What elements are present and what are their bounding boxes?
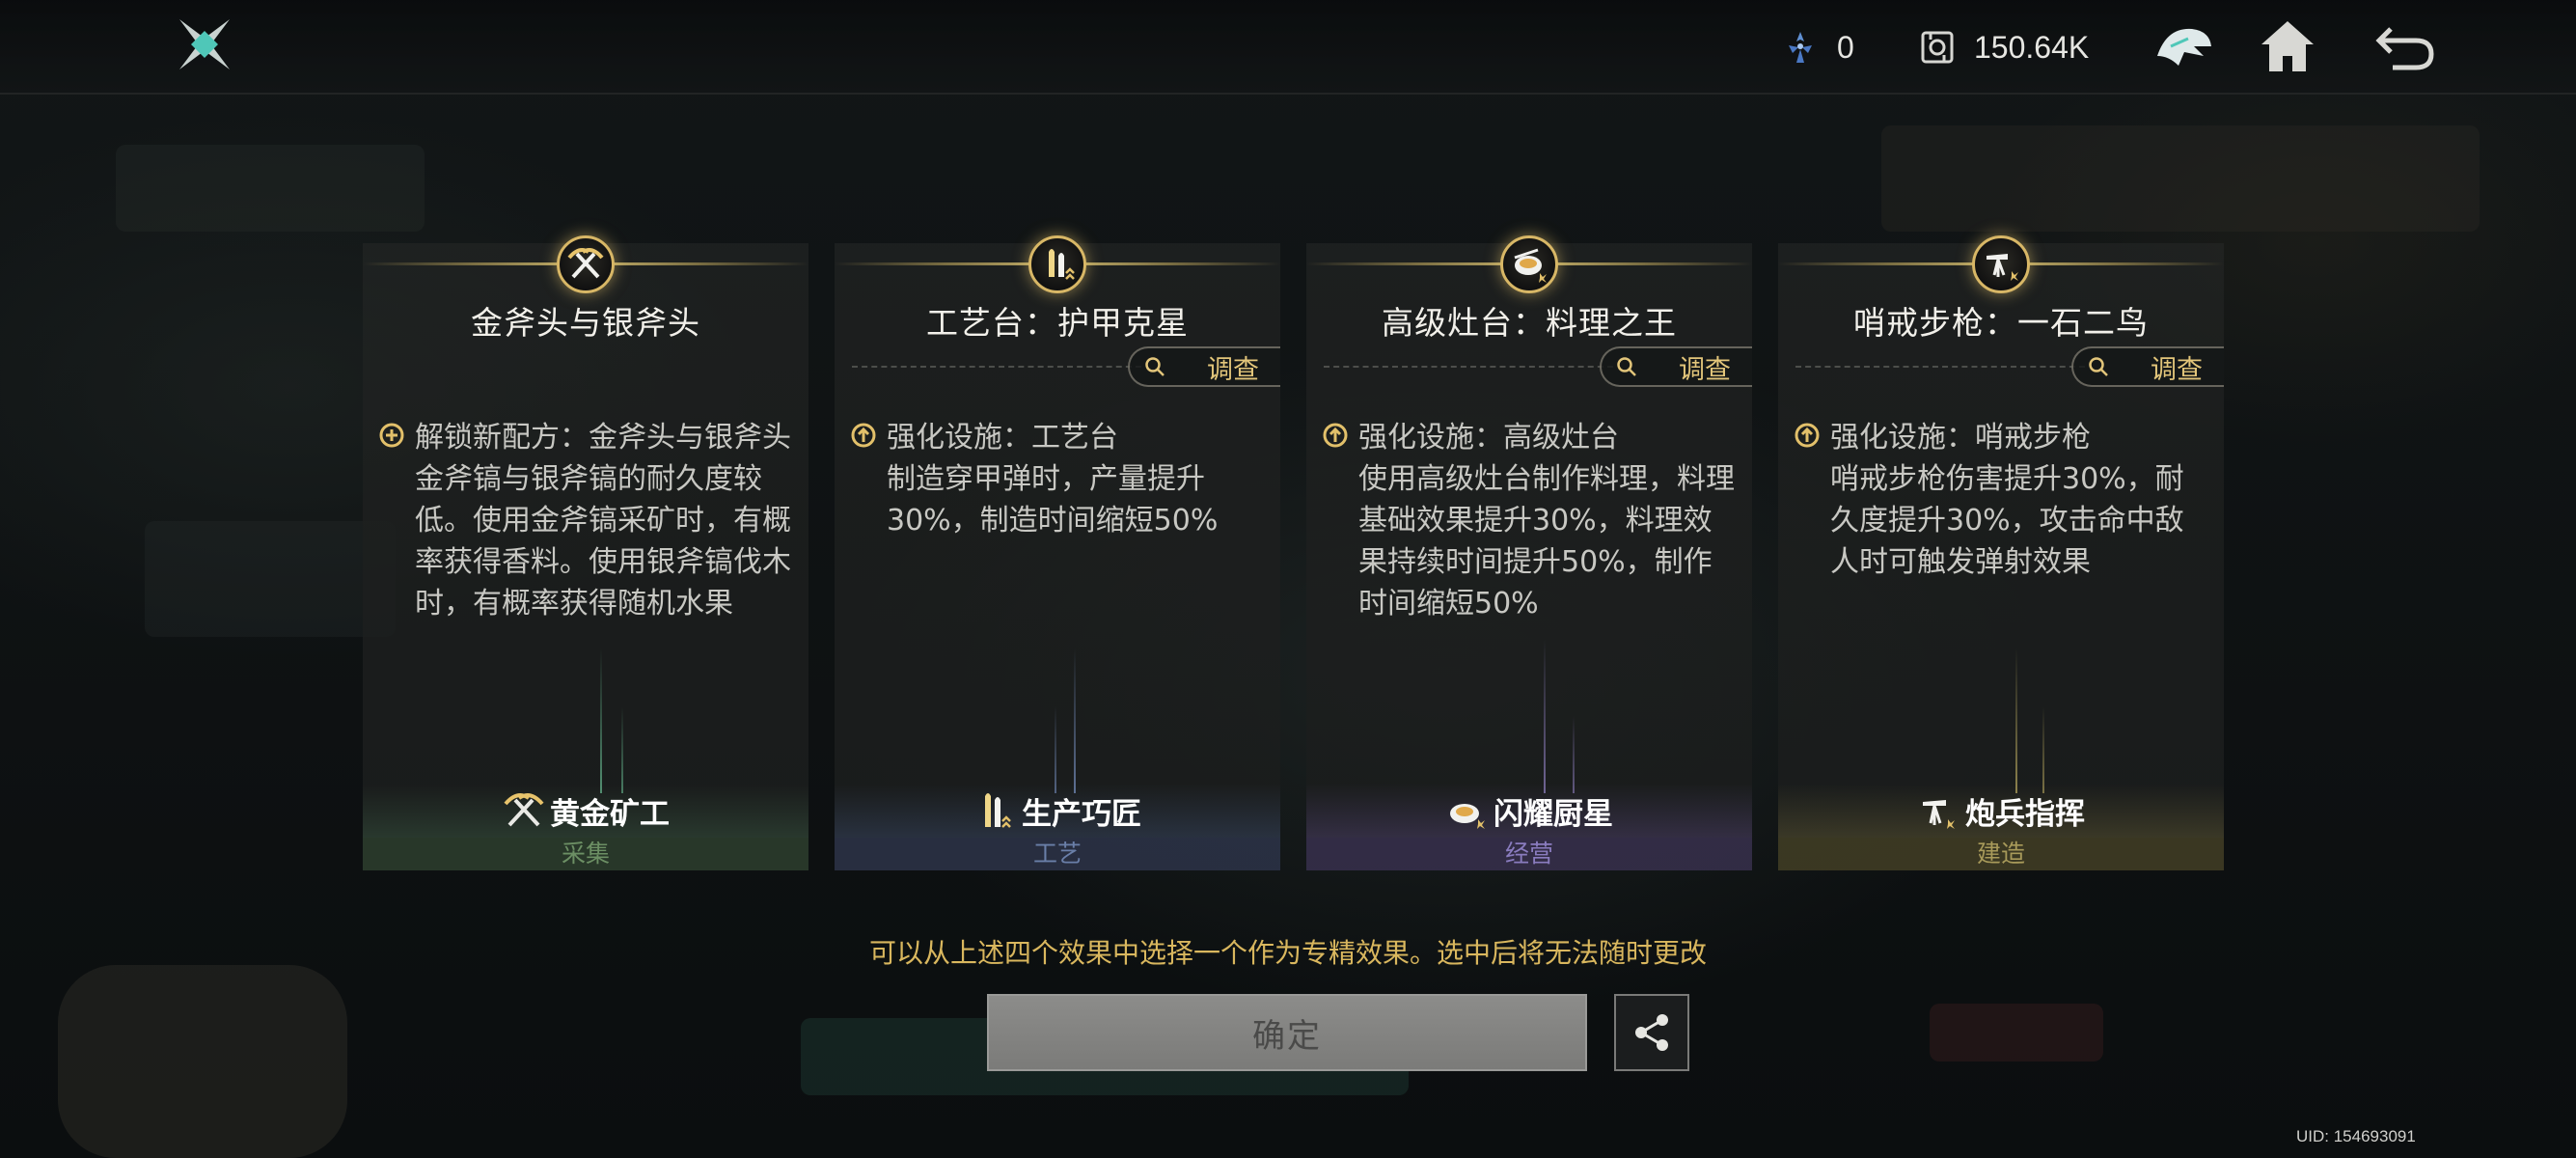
crystal-resource: 0 [1781,21,1854,73]
card-badge [1500,235,1558,293]
light-beam [2042,706,2044,793]
card-body: 强化设施：工艺台 制造穿甲弹时，产量提升30%，制造时间缩短50% [850,417,1265,541]
card-footer-label: 黄金矿工 [550,796,670,832]
card-description: 制造穿甲弹时，产量提升30%，制造时间缩短50% [887,462,1219,538]
sentry-gun-icon [1923,800,1955,829]
card-effect-line: 强化设施：高级灶台 [1358,421,1619,455]
inspect-button[interactable]: 调查 [1600,346,1752,387]
light-beam [621,706,623,793]
crystal-count: 0 [1837,29,1854,65]
light-beam [600,648,602,793]
card-footer: 生产巧匠 [835,784,1280,838]
card-description: 使用高级灶台制作料理，料理基础效果提升30%，料理效果持续时间提升50%，制作时… [1358,462,1735,620]
effect-card-1[interactable]: 金斧头与银斧头 解锁新配方：金斧头与银斧头 金斧镐与银斧镐的耐久度较低。使用金斧… [363,235,808,870]
card-badge [1028,235,1086,293]
card-effect-line: 强化设施：哨戒步枪 [1830,421,2091,455]
bullets-icon [1049,249,1075,280]
up-arrow-circle-icon [1795,423,1820,448]
gear-box-icon [1921,31,1954,64]
card-title: 哨戒步枪：一石二鸟 [1853,304,2149,342]
dashed-divider [1795,366,2085,368]
card-footer: 闪耀厨星 [1306,784,1752,838]
gear-resource: 150.64K [1918,21,2089,73]
inspect-label: 调查 [1207,354,1259,385]
card-body: 解锁新配方：金斧头与银斧头 金斧镐与银斧镐的耐久度较低。使用金斧镐采矿时，有概率… [378,417,793,624]
crossed-pickaxes-icon [567,248,604,279]
sentry-gun-icon [1987,254,2018,281]
plus-circle-icon [379,423,404,448]
card-badge [1972,235,2030,293]
card-category: 建造 [1778,838,2224,870]
search-icon [1145,357,1165,376]
card-badge [557,235,615,293]
card-category: 采集 [363,838,808,870]
card-title: 工艺台：护甲克星 [926,304,1189,342]
shuriken-icon[interactable] [174,14,235,75]
crossed-pickaxes-icon [504,793,544,827]
back-icon[interactable] [2371,14,2439,81]
card-title: 金斧头与银斧头 [471,304,700,342]
inspect-label: 调查 [1679,354,1731,385]
confirm-label: 确定 [1252,1016,1322,1056]
effect-card-3[interactable]: 高级灶台：料理之王 调查 强化设施：高级灶台 使用高级灶台制作料理，料理基础效果… [1306,235,1752,870]
up-arrow-circle-icon [851,423,876,448]
card-body: 强化设施：哨戒步枪 哨戒步枪伤害提升30%，耐久度提升30%，攻击命中敌人时可触… [1794,417,2208,583]
home-icon[interactable] [2254,14,2321,81]
card-effect-line: 强化设施：工艺台 [887,421,1118,455]
effect-card-4[interactable]: 哨戒步枪：一石二鸟 调查 强化设施：哨戒步枪 哨戒步枪伤害提升30%，耐久度提升… [1778,235,2224,870]
share-icon [1635,1014,1668,1051]
inspect-button[interactable]: 调查 [2071,346,2224,387]
search-icon [2089,357,2108,376]
light-beam [1544,639,1546,793]
up-arrow-circle-icon [1323,423,1348,448]
light-beam [1074,648,1076,793]
card-body: 强化设施：高级灶台 使用高级灶台制作料理，料理基础效果提升30%，料理效果持续时… [1322,417,1737,624]
crystal-icon [1789,32,1812,63]
light-beam [1573,716,1575,793]
user-id: UID: 154693091 [2296,1127,2416,1145]
inspect-button[interactable]: 调查 [1128,346,1280,387]
cooking-pot-icon [1450,804,1485,829]
search-icon [1617,357,1636,376]
card-footer-label: 生产巧匠 [1022,796,1141,832]
light-beam [1055,706,1056,793]
share-button[interactable] [1614,994,1689,1071]
helmet-icon[interactable] [2150,14,2217,81]
light-beam [2015,648,2017,793]
confirm-button[interactable]: 确定 [987,994,1587,1071]
card-footer-label: 炮兵指挥 [1965,796,2085,832]
card-category: 经营 [1306,838,1752,870]
dashed-divider [1324,366,1613,368]
card-effect-line: 解锁新配方：金斧头与银斧头 [415,421,791,455]
top-bar: 0 150.64K [0,0,2576,95]
card-title: 高级灶台：料理之王 [1382,304,1677,342]
gear-count: 150.64K [1974,29,2090,65]
card-description: 金斧镐与银斧镐的耐久度较低。使用金斧镐采矿时，有概率获得香料。使用银斧镐伐木时，… [415,462,791,620]
inspect-label: 调查 [2151,354,2203,385]
selection-hint: 可以从上述四个效果中选择一个作为专精效果。选中后将无法随时更改 [868,937,1707,969]
card-footer: 黄金矿工 [363,784,808,838]
card-footer-label: 闪耀厨星 [1494,796,1613,832]
cooking-pot-icon [1514,248,1547,283]
card-footer: 炮兵指挥 [1778,784,2224,838]
dashed-divider [852,366,1141,368]
card-category: 工艺 [835,838,1280,870]
effect-card-2[interactable]: 工艺台：护甲克星 调查 强化设施：工艺台 制造穿甲弹时，产量提升30%，制造时间… [835,235,1280,870]
card-description: 哨戒步枪伤害提升30%，耐久度提升30%，攻击命中敌人时可触发弹射效果 [1830,462,2184,579]
bullets-icon [985,793,1011,828]
